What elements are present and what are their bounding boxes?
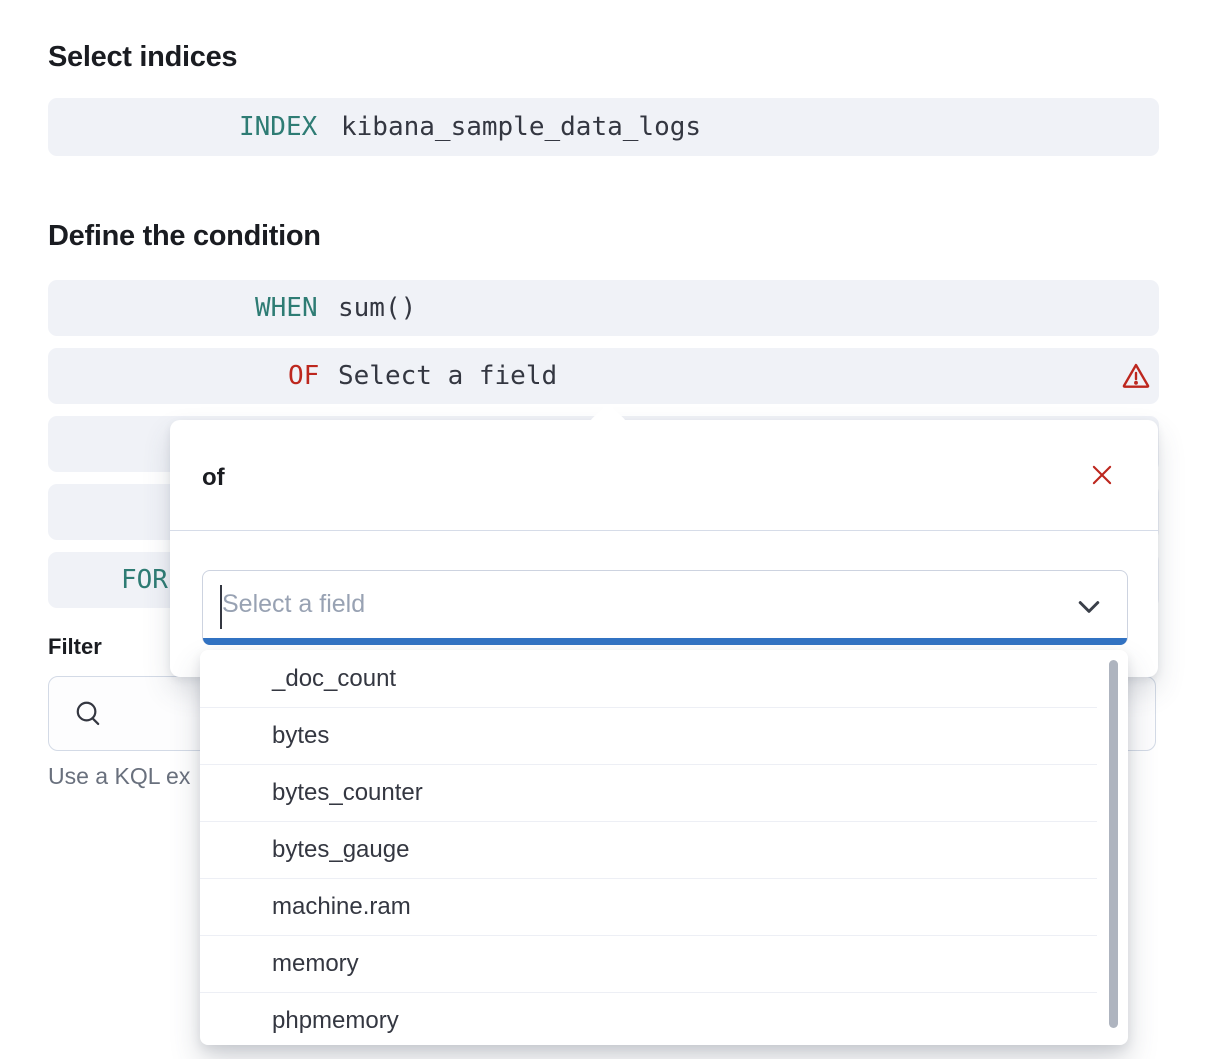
close-icon[interactable] — [1087, 460, 1117, 490]
list-scrollbar[interactable] — [1109, 660, 1118, 1028]
search-icon — [73, 698, 104, 729]
field-option[interactable]: bytes_gauge — [200, 821, 1128, 878]
field-option[interactable]: machine.ram — [200, 878, 1128, 935]
filter-label: Filter — [48, 634, 102, 660]
text-caret — [220, 585, 222, 629]
of-popover: of — [170, 420, 1158, 677]
field-option[interactable]: bytes_counter — [200, 764, 1128, 821]
popover-title: of — [202, 464, 225, 492]
of-keyword: OF — [288, 348, 319, 404]
field-options-list: _doc_count bytes bytes_counter bytes_gau… — [200, 650, 1128, 1045]
index-expression-bar[interactable]: INDEX kibana_sample_data_logs — [48, 98, 1159, 156]
index-value: kibana_sample_data_logs — [341, 98, 701, 156]
popover-header-divider — [170, 530, 1158, 531]
chevron-down-icon[interactable] — [1074, 592, 1104, 622]
field-option[interactable]: memory — [200, 935, 1128, 992]
of-value: Select a field — [338, 348, 557, 404]
field-combobox-input[interactable] — [203, 571, 1127, 644]
define-condition-title: Define the condition — [48, 220, 321, 253]
index-keyword: INDEX — [239, 98, 317, 156]
select-indices-title: Select indices — [48, 41, 237, 74]
when-expression-bar[interactable]: WHEN sum() — [48, 280, 1159, 336]
field-option[interactable]: _doc_count — [200, 650, 1128, 707]
kql-helper-text: Use a KQL ex — [48, 763, 190, 790]
popover-arrow — [590, 403, 627, 440]
when-keyword: WHEN — [255, 280, 318, 336]
field-option[interactable]: phpmemory — [200, 992, 1128, 1045]
field-option[interactable]: bytes — [200, 707, 1128, 764]
warning-icon — [1121, 361, 1151, 391]
combobox-focus-underline — [203, 638, 1127, 645]
of-expression-bar[interactable]: OF Select a field — [48, 348, 1159, 404]
when-value: sum() — [338, 280, 416, 336]
field-combobox[interactable] — [202, 570, 1128, 645]
